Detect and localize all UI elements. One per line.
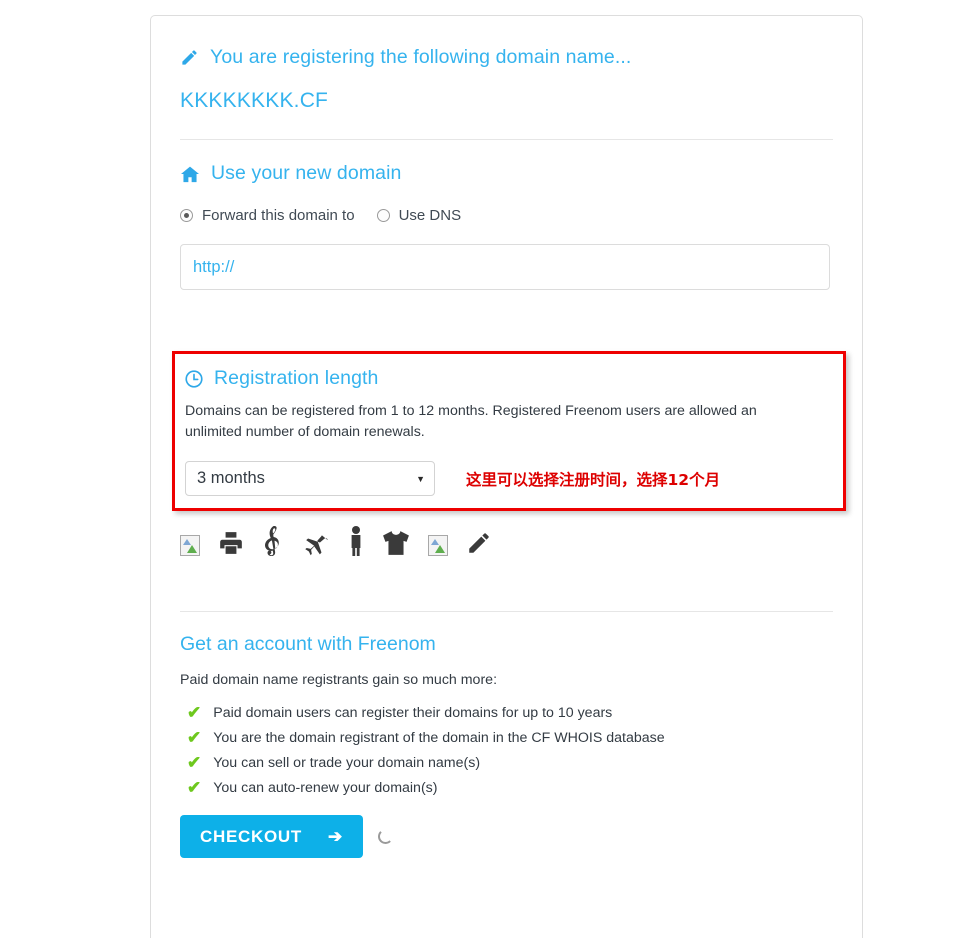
broken-image-icon[interactable]	[428, 535, 448, 556]
registration-length-heading: Registration length	[185, 367, 843, 390]
annotation-text: 这里可以选择注册时间，选择12个月	[466, 470, 721, 489]
registration-length-select[interactable]: 3 months ▼	[185, 461, 435, 496]
broken-image-icon[interactable]	[180, 535, 200, 556]
printer-icon[interactable]	[218, 530, 244, 556]
check-icon: ✔	[187, 778, 202, 797]
list-item: ✔ You can sell or trade your domain name…	[180, 754, 833, 771]
account-section-title: Get an account with Freenom	[180, 633, 436, 655]
pencil-icon[interactable]	[466, 530, 492, 556]
registration-length-section: Registration length Domains can be regis…	[172, 351, 846, 511]
clock-icon	[185, 369, 203, 388]
list-item: ✔ You can auto-renew your domain(s)	[180, 779, 833, 796]
radio-forward-domain[interactable]	[180, 209, 193, 222]
music-note-icon[interactable]	[262, 526, 284, 556]
forward-url-input[interactable]	[180, 244, 830, 290]
loading-spinner-icon	[377, 829, 393, 844]
registration-length-description: Domains can be registered from 1 to 12 m…	[185, 403, 757, 440]
use-domain-section: Use your new domain Forward this domain …	[180, 140, 833, 290]
pencil-icon	[180, 48, 199, 67]
benefit-text: You are the domain registrant of the dom…	[213, 729, 665, 746]
use-domain-title: Use your new domain	[211, 162, 402, 184]
checkout-button-label: CHECKOUT	[200, 826, 302, 846]
registered-domain-name: KKKKKKKK.CF	[180, 89, 329, 112]
list-item: ✔ You are the domain registrant of the d…	[180, 729, 833, 746]
captcha-icon-row	[180, 520, 833, 556]
use-domain-heading: Use your new domain	[180, 162, 833, 185]
domain-mode-radio-group: Forward this domain to Use DNS	[180, 207, 833, 224]
benefit-text: You can sell or trade your domain name(s…	[213, 754, 481, 771]
account-section-subtitle: Paid domain name registrants gain so muc…	[180, 672, 498, 688]
t-shirt-icon[interactable]	[382, 530, 410, 556]
registration-length-selected-value: 3 months	[197, 469, 265, 487]
list-item: ✔ Paid domain users can register their d…	[180, 704, 833, 721]
home-icon	[180, 165, 200, 183]
page-root: You are registering the following domain…	[0, 0, 971, 938]
domain-section: You are registering the following domain…	[180, 16, 833, 140]
airplane-icon[interactable]	[302, 530, 330, 556]
benefit-text: You can auto-renew your domain(s)	[213, 779, 438, 796]
benefits-list: ✔ Paid domain users can register their d…	[180, 704, 833, 796]
chevron-down-icon: ▼	[416, 473, 425, 484]
radio-use-dns[interactable]	[376, 209, 390, 222]
radio-use-dns-label: Use DNS	[398, 207, 462, 224]
arrow-right-icon: ➔	[327, 826, 343, 846]
registration-length-title: Registration length	[214, 367, 379, 389]
checkout-row: CHECKOUT ➔	[180, 815, 833, 858]
account-section: Get an account with Freenom Paid domain …	[180, 633, 833, 858]
registration-length-row: 3 months ▼ 这里可以选择注册时间，选择12个月	[185, 461, 843, 496]
benefit-text: Paid domain users can register their dom…	[213, 704, 613, 721]
check-icon: ✔	[187, 703, 202, 722]
person-icon[interactable]	[348, 526, 364, 556]
divider	[180, 611, 833, 612]
domain-section-title: You are registering the following domain…	[210, 46, 632, 68]
check-icon: ✔	[187, 753, 202, 772]
radio-forward-domain-label: Forward this domain to	[202, 207, 355, 224]
checkout-button[interactable]: CHECKOUT ➔	[180, 815, 363, 858]
check-icon: ✔	[187, 728, 202, 747]
domain-section-heading: You are registering the following domain…	[180, 46, 833, 69]
